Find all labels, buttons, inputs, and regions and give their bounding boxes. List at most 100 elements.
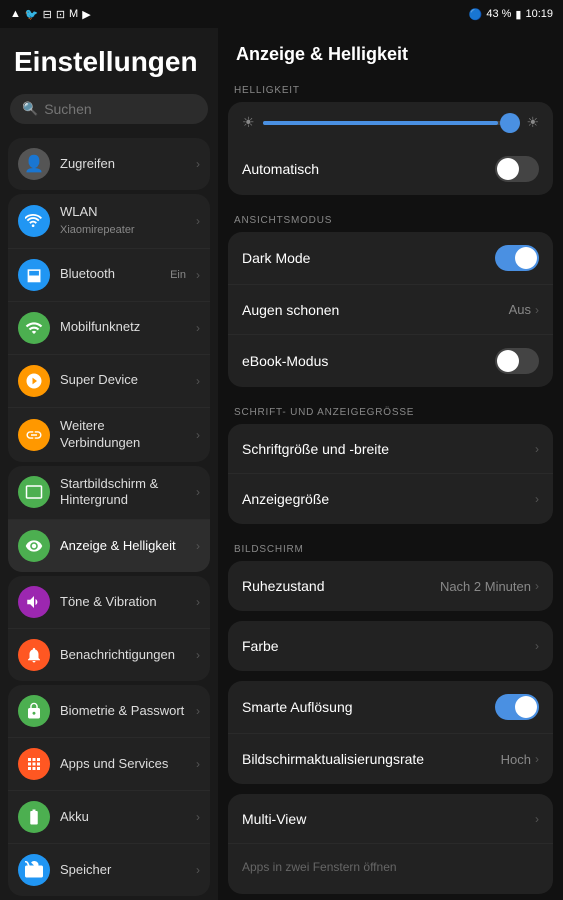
main-panel: Anzeige & Helligkeit HELLIGKEIT ☀ ☀ Auto…	[218, 0, 563, 900]
brightness-slider[interactable]	[263, 121, 519, 125]
search-icon: 🔍	[22, 101, 38, 117]
sidebar-item-mobilfunknetz[interactable]: Mobilfunknetz ›	[8, 302, 210, 355]
wlan-label: WLANXiaomirepeater	[60, 204, 186, 238]
augenschonen-value: Aus	[509, 302, 531, 317]
search-input[interactable]	[44, 101, 196, 117]
smarteaufloesung-row: Smarte Auflösung	[228, 681, 553, 734]
apps-label: Apps und Services	[60, 756, 186, 773]
akku-chevron: ›	[196, 810, 200, 824]
twitter-icon: 🐦	[25, 8, 39, 21]
anzeigegroesse-label: Anzeigegröße	[242, 491, 535, 507]
superdevice-icon	[18, 365, 50, 397]
speicher-label: Speicher	[60, 862, 186, 879]
sidebar-item-apps[interactable]: Apps und Services ›	[8, 738, 210, 791]
toene-icon	[18, 586, 50, 618]
farbe-label: Farbe	[242, 638, 535, 654]
status-icon3: ⊟	[43, 8, 52, 21]
sidebar-item-toene[interactable]: Töne & Vibration ›	[8, 576, 210, 629]
smarteaufloesung-label: Smarte Auflösung	[242, 699, 495, 715]
benachrichtigungen-chevron: ›	[196, 648, 200, 662]
augenschonen-row[interactable]: Augen schonen Aus ›	[228, 285, 553, 335]
sidebar-item-startbildschirm[interactable]: Startbildschirm & Hintergrund ›	[8, 466, 210, 521]
sidebar-item-biometrie[interactable]: Biometrie & Passwort ›	[8, 685, 210, 738]
sidebar-item-zugreifen[interactable]: 👤 Zugreifen ›	[8, 138, 210, 190]
sidebar-item-speicher[interactable]: Speicher ›	[8, 844, 210, 896]
schriftgroesse-row[interactable]: Schriftgröße und -breite ›	[228, 424, 553, 474]
sidebar-item-benachrichtigungen[interactable]: Benachrichtigungen ›	[8, 629, 210, 681]
speicher-icon	[18, 854, 50, 886]
ruhezustand-row[interactable]: Ruhezustand Nach 2 Minuten ›	[228, 561, 553, 611]
aktualisierungsrate-row[interactable]: Bildschirmaktualisierungsrate Hoch ›	[228, 734, 553, 784]
farbe-chevron: ›	[535, 639, 539, 653]
superdevice-chevron: ›	[196, 374, 200, 388]
sidebar: Einstellungen 🔍 👤 Zugreifen › WLANXiaomi…	[0, 0, 218, 900]
automatisch-toggle[interactable]	[495, 156, 539, 182]
ebook-toggle-knob	[497, 350, 519, 372]
biometrie-chevron: ›	[196, 704, 200, 718]
card-ruhezustand: Ruhezustand Nach 2 Minuten ›	[228, 561, 553, 611]
bluetooth-label: Bluetooth	[60, 266, 160, 283]
youtube-icon: ▶	[82, 8, 90, 21]
sidebar-item-wlan[interactable]: WLANXiaomirepeater ›	[8, 194, 210, 249]
apps-chevron: ›	[196, 757, 200, 771]
smarteaufloesung-knob	[515, 696, 537, 718]
anzeige-label: Anzeige & Helligkeit	[60, 538, 186, 555]
wlan-icon	[18, 205, 50, 237]
verbindungen-label: Weitere Verbindungen	[60, 418, 186, 452]
smarteaufloesung-toggle[interactable]	[495, 694, 539, 720]
sidebar-item-akku[interactable]: Akku ›	[8, 791, 210, 844]
wifi-icon: ▲	[10, 8, 21, 20]
biometrie-icon	[18, 695, 50, 727]
ebook-toggle[interactable]	[495, 348, 539, 374]
mobilfunknetz-label: Mobilfunknetz	[60, 319, 186, 336]
apps-icon	[18, 748, 50, 780]
farbe-row[interactable]: Farbe ›	[228, 621, 553, 671]
automatisch-row: Automatisch	[228, 143, 553, 195]
benachrichtigungen-label: Benachrichtigungen	[60, 647, 186, 664]
card-schrift: Schriftgröße und -breite › Anzeigegröße …	[228, 424, 553, 524]
search-bar[interactable]: 🔍	[10, 94, 208, 124]
card-farbe: Farbe ›	[228, 621, 553, 671]
sidebar-item-superdevice[interactable]: Super Device ›	[8, 355, 210, 408]
ruhezustand-value: Nach 2 Minuten	[440, 579, 531, 594]
aktualisierungsrate-chevron: ›	[535, 752, 539, 766]
multiview-chevron: ›	[535, 812, 539, 826]
section-label-helligkeit: HELLIGKEIT	[218, 75, 563, 102]
sidebar-scroll: 👤 Zugreifen › WLANXiaomirepeater › ⬓ B	[0, 134, 218, 900]
bluetooth-value: Ein	[170, 269, 186, 281]
automatisch-toggle-knob	[497, 158, 519, 180]
darkmode-label: Dark Mode	[242, 250, 495, 266]
aktualisierungsrate-value: Hoch	[501, 752, 531, 767]
automatisch-label: Automatisch	[242, 161, 495, 177]
anzeige-chevron: ›	[196, 539, 200, 553]
multiview-row[interactable]: Multi-View ›	[228, 794, 553, 844]
ruhezustand-label: Ruhezustand	[242, 578, 440, 594]
darkmode-toggle-knob	[515, 247, 537, 269]
status-left-icons: ▲ 🐦 ⊟ ⊡ M ▶	[10, 8, 91, 21]
startbildschirm-label: Startbildschirm & Hintergrund	[60, 476, 186, 510]
anzeigegroesse-chevron: ›	[535, 492, 539, 506]
sidebar-item-anzeige[interactable]: Anzeige & Helligkeit ›	[8, 520, 210, 572]
toene-chevron: ›	[196, 595, 200, 609]
mobilfunknetz-icon	[18, 312, 50, 344]
biometrie-label: Biometrie & Passwort	[60, 703, 186, 720]
darkmode-toggle[interactable]	[495, 245, 539, 271]
mobilfunknetz-chevron: ›	[196, 321, 200, 335]
brightness-row[interactable]: ☀ ☀	[228, 102, 553, 143]
brightness-high-icon: ☀	[526, 114, 539, 131]
bluetooth-status-icon: 🔵	[469, 8, 483, 21]
sidebar-item-bluetooth[interactable]: ⬓ Bluetooth Ein ›	[8, 249, 210, 302]
augenschonen-label: Augen schonen	[242, 302, 509, 318]
multiview-label: Multi-View	[242, 811, 535, 827]
main-title: Anzeige & Helligkeit	[218, 28, 563, 75]
ebook-label: eBook-Modus	[242, 353, 495, 369]
card-multiview: Multi-View › Apps in zwei Fenstern öffne…	[228, 794, 553, 894]
augenschonen-chevron: ›	[535, 303, 539, 317]
sidebar-item-verbindungen[interactable]: Weitere Verbindungen ›	[8, 408, 210, 462]
anzeigegroesse-row[interactable]: Anzeigegröße ›	[228, 474, 553, 524]
ruhezustand-chevron: ›	[535, 579, 539, 593]
card-helligkeit: ☀ ☀ Automatisch	[228, 102, 553, 195]
battery-percent: 43 %	[486, 8, 511, 20]
benachrichtigungen-icon	[18, 639, 50, 671]
status-bar: ▲ 🐦 ⊟ ⊡ M ▶ 🔵 43 % ▮ 10:19	[0, 0, 563, 28]
